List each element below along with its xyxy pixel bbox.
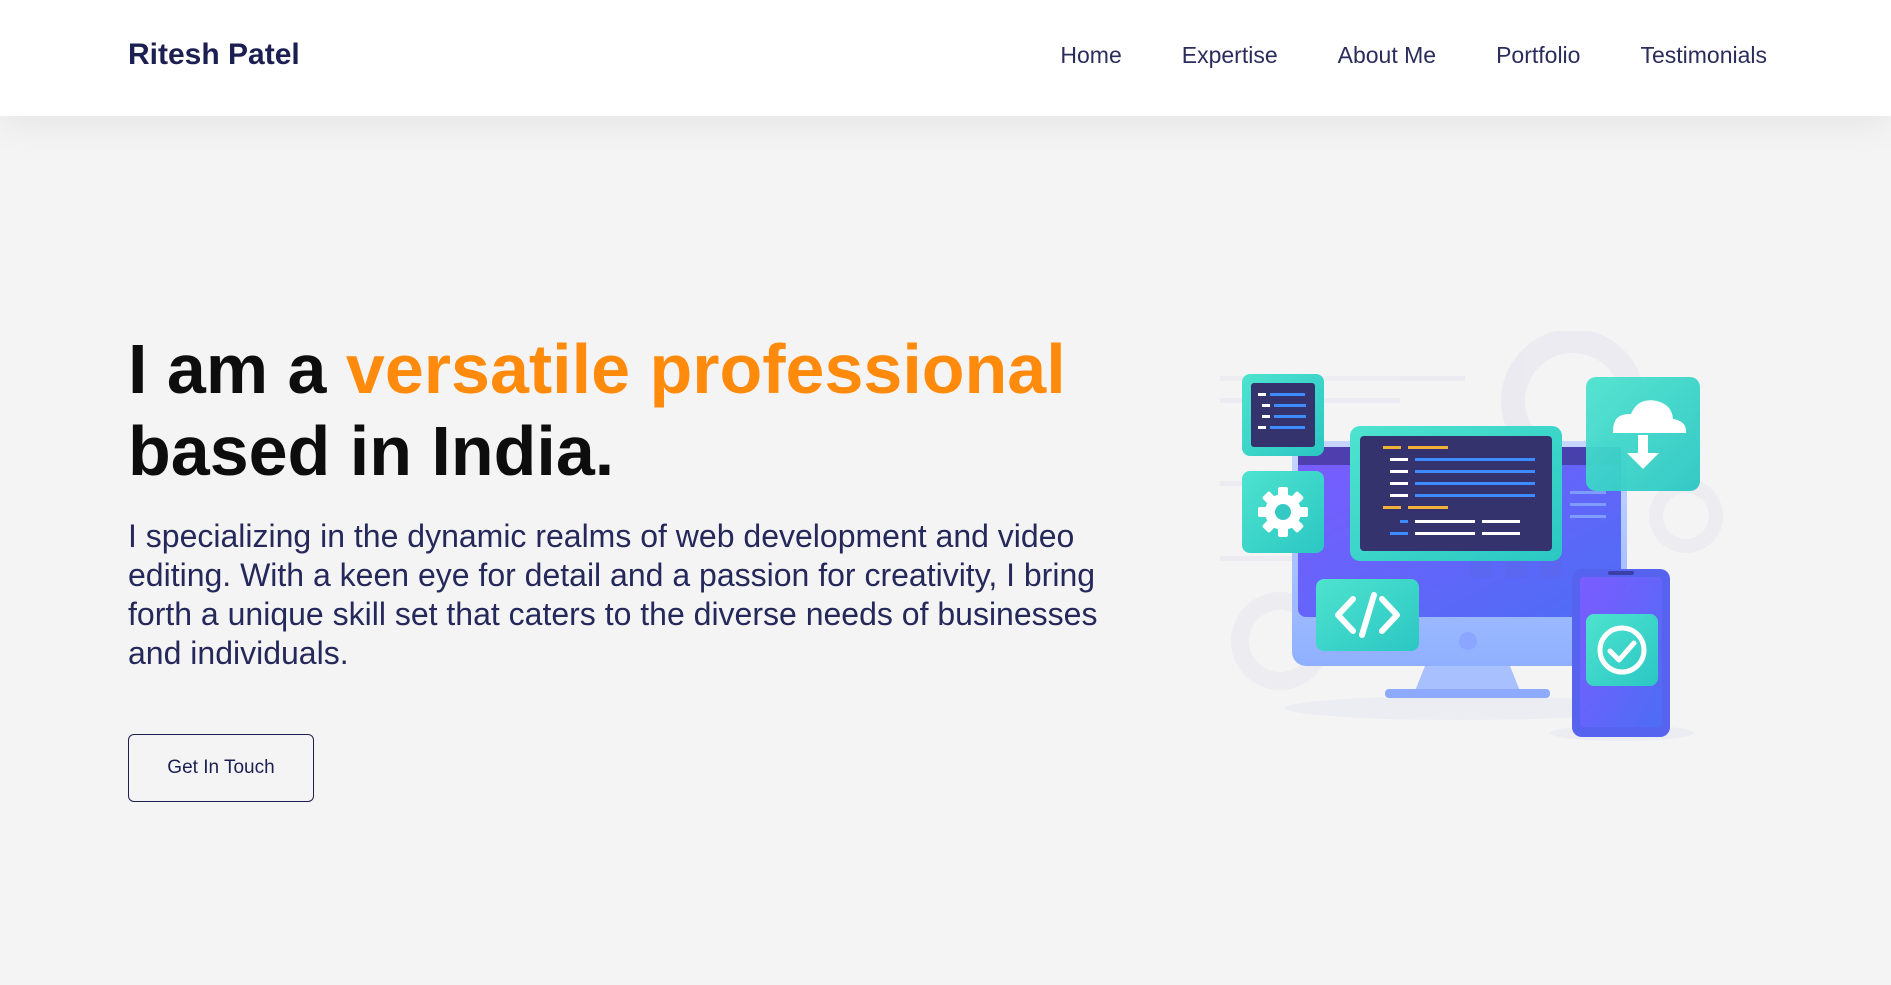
cloud-download-icon <box>1586 377 1700 491</box>
headline-suffix: based in India. <box>128 412 615 490</box>
hero-section: I am a versatile professional based in In… <box>0 116 1891 985</box>
hero-headline: I am a versatile professional based in In… <box>128 328 1128 492</box>
headline-accent: versatile professional <box>345 330 1066 408</box>
nav-link-testimonials[interactable]: Testimonials <box>1640 42 1767 69</box>
code-tag-icon <box>1316 579 1419 651</box>
web-development-illustration <box>1220 331 1723 741</box>
code-list-icon <box>1242 374 1324 456</box>
check-icon <box>1586 614 1658 686</box>
nav-link-expertise[interactable]: Expertise <box>1182 42 1278 69</box>
nav-menu: Home Expertise About Me Portfolio Testim… <box>1000 42 1767 69</box>
code-window-icon <box>1350 426 1562 561</box>
brand-logo[interactable]: Ritesh Patel <box>128 38 300 72</box>
hero-description: I specializing in the dynamic realms of … <box>128 518 1098 671</box>
nav-link-home[interactable]: Home <box>1060 42 1121 69</box>
headline-prefix: I am a <box>128 330 346 408</box>
navbar: Ritesh Patel Home Expertise About Me Por… <box>0 0 1891 116</box>
nav-link-about-me[interactable]: About Me <box>1338 42 1436 69</box>
nav-link-portfolio[interactable]: Portfolio <box>1496 42 1580 69</box>
gear-icon <box>1242 471 1324 553</box>
get-in-touch-button[interactable]: Get In Touch <box>128 734 314 802</box>
